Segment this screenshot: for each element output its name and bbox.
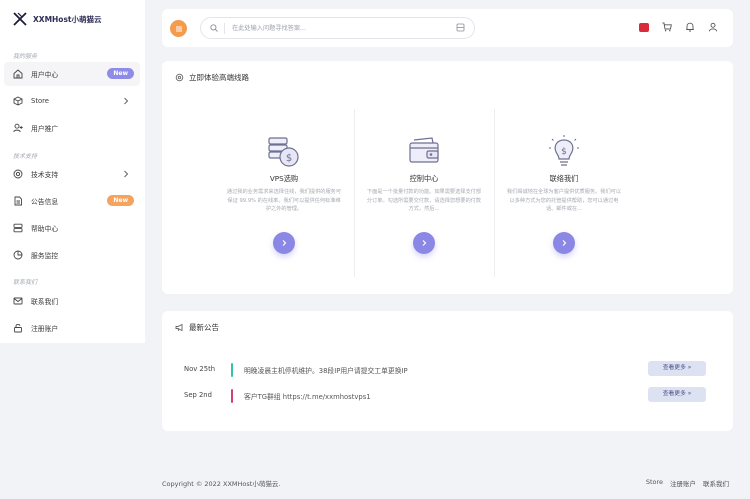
sidebar-item-service-monitor[interactable]: 服务监控: [4, 243, 140, 267]
search-input[interactable]: [232, 22, 442, 34]
sidebar-item-register[interactable]: 注册账户: [4, 316, 140, 340]
service-name: 联络我们: [549, 174, 579, 183]
support-icon: [13, 169, 23, 179]
column-divider: [354, 109, 355, 277]
sidebar-item-label: 服务监控: [31, 252, 59, 260]
chevron-right-icon: [562, 240, 567, 246]
menu-button[interactable]: [170, 20, 187, 37]
go-button[interactable]: [273, 232, 295, 254]
service-description: 通过我的业务需求来选择住线，我们提供的服务可保证 99.9% 的在线率。我们可以…: [226, 189, 342, 213]
notices-card-title: 最新公告: [175, 322, 219, 333]
user-icon[interactable]: [708, 22, 718, 32]
service-vps: $ VPS选购 通过我的业务需求来选择住线，我们提供的服务可保证 99.9% 的…: [214, 109, 354, 277]
notice-date: Nov 25th: [184, 365, 216, 373]
new-badge: New: [107, 195, 134, 206]
header-actions: [639, 22, 718, 32]
notices-card: 最新公告 Nov 25th 明晚凌晨主机停机维护。38段IP用户请提交工单更换I…: [162, 311, 733, 431]
document-icon: [13, 196, 23, 206]
notice-text[interactable]: 明晚凌晨主机停机维护。38段IP用户请提交工单更换IP: [244, 365, 408, 375]
card-title-text: 最新公告: [189, 323, 219, 332]
cube-icon: [13, 96, 23, 106]
go-button[interactable]: [553, 232, 575, 254]
brand[interactable]: XXMHost小萌猫云: [13, 12, 102, 26]
sidebar-item-label: 联系我们: [31, 298, 59, 306]
service-name: VPS选购: [269, 174, 299, 183]
sidebar-item-label: 用户中心: [31, 71, 59, 79]
notice-row: Nov 25th 明晚凌晨主机停机维护。38段IP用户请提交工单更换IP 查看更…: [182, 361, 712, 377]
section-title-my-services: 我的服务: [13, 53, 38, 60]
unlock-icon: [13, 323, 23, 333]
experience-card: 立即体验高端线路 $ VPS选购 通过我的业务需求来选择住线，我们提供的服务可保…: [162, 61, 733, 294]
notice-date: Sep 2nd: [184, 391, 212, 399]
sidebar-item-referral[interactable]: 用户推广: [4, 116, 140, 140]
view-more-button[interactable]: 查看更多 »: [648, 387, 706, 402]
sidebar: XXMHost小萌猫云 我的服务 用户中心 New Store 用户推广 技术支…: [0, 0, 145, 343]
svg-text:$: $: [561, 147, 567, 157]
search-box: [200, 17, 475, 39]
hamburger-icon: [175, 26, 182, 31]
service-description: 我们竭诚地在全球为客户提供优质服务。我们可以以多种方式为您的托管提供帮助，您可以…: [506, 189, 622, 213]
sidebar-item-label: 注册账户: [31, 325, 59, 333]
sidebar-item-announcements[interactable]: 公告信息 New: [4, 189, 140, 213]
sidebar-item-user-center[interactable]: 用户中心 New: [4, 62, 140, 86]
notice-color-bar: [231, 363, 233, 377]
lightbulb-dollar-icon: $: [549, 135, 579, 166]
wallet-icon: [409, 137, 439, 163]
gear-icon: [175, 73, 184, 82]
service-name: 控制中心: [409, 174, 439, 183]
notice-color-bar: [231, 389, 233, 403]
section-title-contact: 联系我们: [13, 279, 38, 286]
top-header: [162, 9, 733, 47]
notice-text[interactable]: 客户TG群组 https://t.me/xxmhostvps1: [244, 391, 371, 401]
go-button[interactable]: [413, 232, 435, 254]
user-plus-icon: [13, 123, 23, 133]
xxm-logo-icon: [13, 12, 27, 26]
footer-link-contact[interactable]: 联系我们: [703, 478, 729, 488]
chevron-right-icon: [124, 170, 129, 178]
bell-icon[interactable]: [685, 22, 695, 32]
column-divider: [494, 109, 495, 277]
experience-card-title: 立即体验高端线路: [175, 72, 249, 83]
sidebar-item-store[interactable]: Store: [4, 89, 140, 113]
sidebar-item-label: Store: [31, 97, 49, 105]
megaphone-icon: [175, 323, 183, 332]
service-description: 下面是一个批量付款的功能。如果需要选择支付部分订单。勾选所需要交付款，请选择您想…: [366, 189, 482, 213]
footer-copyright: Copyright © 2022 XXMHost小萌猫云.: [162, 480, 281, 488]
new-badge: New: [107, 68, 134, 79]
footer-link-register[interactable]: 注册账户: [670, 478, 696, 488]
service-control-center: 控制中心 下面是一个批量付款的功能。如果需要选择支付部分订单。勾选所需要交付款，…: [354, 109, 494, 277]
card-title-text: 立即体验高端线路: [189, 73, 249, 82]
mail-icon: [13, 296, 23, 306]
server-coin-icon: $: [268, 137, 299, 167]
sidebar-item-contact-us[interactable]: 联系我们: [4, 289, 140, 313]
footer-links: Store 注册账户 联系我们: [646, 478, 729, 488]
sidebar-item-label: 用户推广: [31, 125, 59, 133]
notice-row: Sep 2nd 客户TG群组 https://t.me/xxmhostvps1 …: [182, 387, 712, 403]
sidebar-item-label: 帮助中心: [31, 225, 59, 233]
server-icon: [13, 223, 23, 233]
sidebar-item-label: 技术支持: [31, 171, 59, 179]
home-icon: [13, 69, 23, 79]
scan-icon[interactable]: [456, 23, 465, 32]
sidebar-item-tech-support[interactable]: 技术支持: [4, 162, 140, 186]
search-divider: [224, 23, 225, 34]
chevron-right-icon: [282, 240, 287, 246]
service-contact: $ 联络我们 我们竭诚地在全球为客户提供优质服务。我们可以以多种方式为您的托管提…: [494, 109, 634, 277]
pie-chart-icon: [13, 250, 23, 260]
sidebar-item-label: 公告信息: [31, 198, 59, 206]
section-title-tech-support: 技术支持: [13, 153, 38, 160]
sidebar-item-help-center[interactable]: 帮助中心: [4, 216, 140, 240]
footer-link-store[interactable]: Store: [646, 478, 663, 488]
chevron-right-icon: [124, 97, 129, 105]
cart-icon[interactable]: [662, 22, 672, 32]
view-more-button[interactable]: 查看更多 »: [648, 361, 706, 376]
language-flag-icon[interactable]: [639, 22, 649, 32]
search-icon: [210, 24, 218, 32]
chevron-right-icon: [422, 240, 427, 246]
svg-text:$: $: [286, 153, 292, 164]
brand-name: XXMHost小萌猫云: [33, 14, 102, 24]
